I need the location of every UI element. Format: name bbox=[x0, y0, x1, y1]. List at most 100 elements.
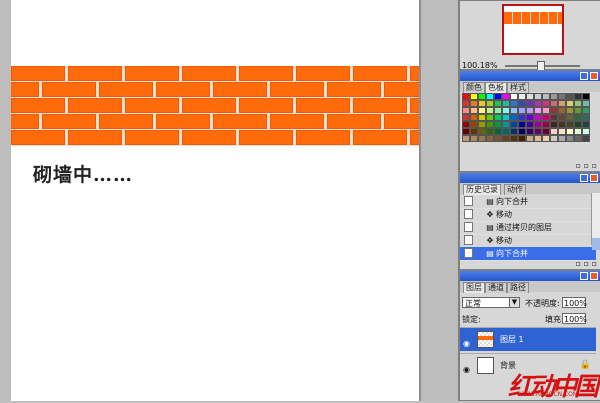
color-swatch[interactable] bbox=[486, 93, 494, 100]
color-swatch[interactable] bbox=[502, 107, 510, 114]
color-swatch[interactable] bbox=[494, 114, 502, 121]
color-swatch[interactable] bbox=[542, 100, 550, 107]
swatches-titlebar[interactable] bbox=[460, 71, 600, 81]
color-swatch[interactable] bbox=[550, 128, 558, 135]
color-swatch[interactable] bbox=[486, 114, 494, 121]
minimize-icon[interactable] bbox=[580, 174, 588, 182]
color-swatch[interactable] bbox=[566, 107, 574, 114]
minimize-icon[interactable] bbox=[580, 72, 588, 80]
history-state-checkbox[interactable] bbox=[464, 222, 473, 232]
color-swatch[interactable] bbox=[574, 135, 582, 142]
color-swatch[interactable] bbox=[550, 93, 558, 100]
color-swatch[interactable] bbox=[558, 128, 566, 135]
history-state-checkbox[interactable] bbox=[464, 209, 473, 219]
color-swatch[interactable] bbox=[510, 128, 518, 135]
color-swatch[interactable] bbox=[518, 100, 526, 107]
color-swatch[interactable] bbox=[510, 114, 518, 121]
color-swatch[interactable] bbox=[510, 121, 518, 128]
color-swatch[interactable] bbox=[534, 135, 542, 142]
document-canvas[interactable]: 砌墙中…… bbox=[11, 0, 420, 401]
minimize-icon[interactable] bbox=[580, 272, 588, 280]
color-swatch[interactable] bbox=[526, 121, 534, 128]
history-state-checkbox[interactable] bbox=[464, 248, 473, 258]
swatch-panel-icons[interactable]: ▫ ▫ ▫ bbox=[576, 161, 597, 170]
color-swatch[interactable] bbox=[518, 121, 526, 128]
color-swatch[interactable] bbox=[558, 100, 566, 107]
color-swatch[interactable] bbox=[550, 114, 558, 121]
close-icon[interactable] bbox=[590, 272, 598, 280]
layers-titlebar[interactable] bbox=[460, 271, 600, 281]
color-swatch[interactable] bbox=[494, 128, 502, 135]
tab-actions[interactable]: 动作 bbox=[504, 184, 526, 195]
color-swatch[interactable] bbox=[550, 135, 558, 142]
color-swatch[interactable] bbox=[526, 114, 534, 121]
color-swatch[interactable] bbox=[462, 135, 470, 142]
color-swatch[interactable] bbox=[478, 100, 486, 107]
color-swatch[interactable] bbox=[518, 114, 526, 121]
color-swatch[interactable] bbox=[470, 100, 478, 107]
color-swatch[interactable] bbox=[582, 128, 590, 135]
color-swatch[interactable] bbox=[534, 100, 542, 107]
color-swatch[interactable] bbox=[486, 100, 494, 107]
color-swatch[interactable] bbox=[470, 135, 478, 142]
color-swatch[interactable] bbox=[494, 135, 502, 142]
color-swatch[interactable] bbox=[566, 100, 574, 107]
color-swatch[interactable] bbox=[494, 93, 502, 100]
color-swatch[interactable] bbox=[486, 121, 494, 128]
color-swatch[interactable] bbox=[462, 100, 470, 107]
color-swatch[interactable] bbox=[462, 121, 470, 128]
color-swatch[interactable] bbox=[470, 93, 478, 100]
tab-paths[interactable]: 路径 bbox=[507, 282, 529, 293]
history-item[interactable]: ▤ 向下合并 bbox=[460, 195, 596, 209]
color-swatch[interactable] bbox=[470, 107, 478, 114]
history-item[interactable]: ✥ 移动 bbox=[460, 208, 596, 222]
color-swatch[interactable] bbox=[582, 121, 590, 128]
color-swatch[interactable] bbox=[550, 100, 558, 107]
color-swatch[interactable] bbox=[582, 135, 590, 142]
color-swatch[interactable] bbox=[502, 100, 510, 107]
color-swatch[interactable] bbox=[470, 114, 478, 121]
color-swatch[interactable] bbox=[574, 114, 582, 121]
color-swatch[interactable] bbox=[534, 114, 542, 121]
color-swatch[interactable] bbox=[534, 128, 542, 135]
color-swatch[interactable] bbox=[574, 128, 582, 135]
history-item[interactable]: ▤ 通过拷贝的图层 bbox=[460, 221, 596, 235]
tab-styles[interactable]: 样式 bbox=[507, 82, 529, 93]
color-swatch[interactable] bbox=[526, 135, 534, 142]
color-swatch[interactable] bbox=[510, 93, 518, 100]
color-swatch[interactable] bbox=[558, 135, 566, 142]
tab-channels[interactable]: 通道 bbox=[485, 282, 507, 293]
color-swatch[interactable] bbox=[494, 107, 502, 114]
history-scroll-thumb[interactable] bbox=[592, 238, 600, 250]
color-swatch[interactable] bbox=[502, 128, 510, 135]
fill-field[interactable]: 100% bbox=[562, 313, 587, 324]
color-swatch[interactable] bbox=[478, 93, 486, 100]
color-swatch[interactable] bbox=[526, 128, 534, 135]
color-swatch[interactable] bbox=[542, 114, 550, 121]
color-swatch[interactable] bbox=[502, 135, 510, 142]
history-panel-icons[interactable]: ▫ ▫ ▫ bbox=[576, 259, 597, 268]
color-swatch[interactable] bbox=[478, 135, 486, 142]
close-icon[interactable] bbox=[590, 72, 598, 80]
color-swatch[interactable] bbox=[534, 121, 542, 128]
color-swatch[interactable] bbox=[486, 128, 494, 135]
tab-history[interactable]: 历史记录 bbox=[463, 184, 501, 195]
color-swatch[interactable] bbox=[542, 107, 550, 114]
color-swatch[interactable] bbox=[574, 93, 582, 100]
color-swatch[interactable] bbox=[502, 93, 510, 100]
color-swatch[interactable] bbox=[526, 93, 534, 100]
color-swatch[interactable] bbox=[574, 121, 582, 128]
color-swatch[interactable] bbox=[510, 107, 518, 114]
color-swatch[interactable] bbox=[566, 128, 574, 135]
color-swatch[interactable] bbox=[518, 93, 526, 100]
navigator-thumbnail[interactable] bbox=[502, 4, 564, 55]
opacity-field[interactable]: 100% bbox=[562, 297, 587, 308]
color-swatch[interactable] bbox=[478, 107, 486, 114]
color-swatch[interactable] bbox=[462, 114, 470, 121]
blend-mode-select[interactable]: 正常 ▼ bbox=[462, 297, 520, 308]
color-swatch[interactable] bbox=[470, 121, 478, 128]
color-swatch[interactable] bbox=[566, 135, 574, 142]
color-swatch[interactable] bbox=[526, 100, 534, 107]
tab-color[interactable]: 颜色 bbox=[463, 82, 485, 93]
color-swatch[interactable] bbox=[542, 128, 550, 135]
